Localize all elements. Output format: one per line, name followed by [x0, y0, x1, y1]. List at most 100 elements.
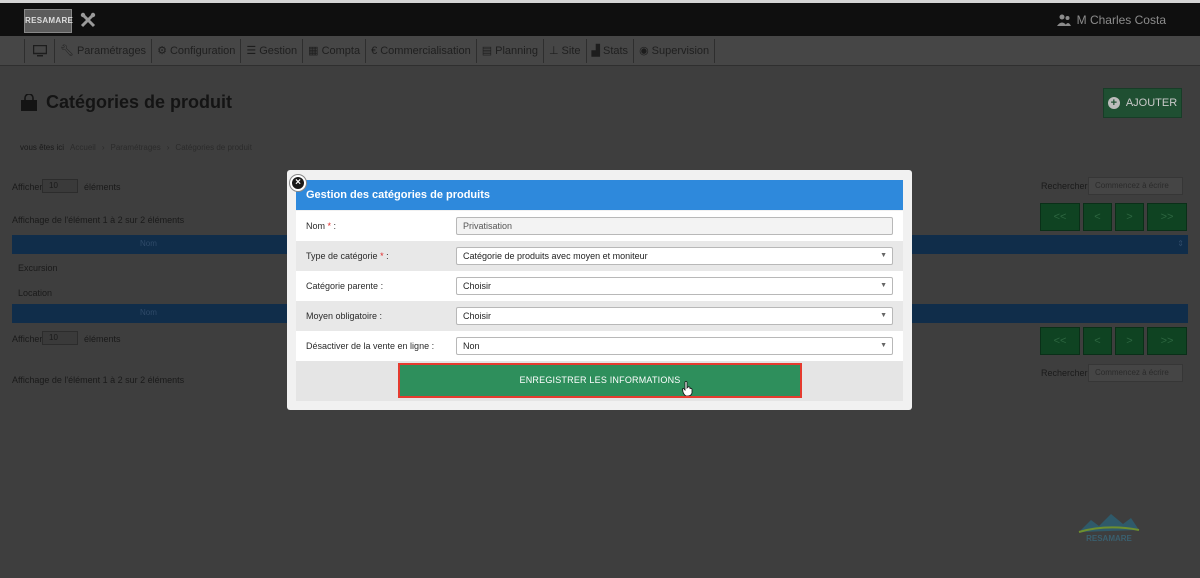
- column-footer-nom: Nom: [140, 308, 157, 317]
- nav-supervision[interactable]: ◉ Supervision: [633, 39, 716, 63]
- nav-compta[interactable]: ▦ Compta: [302, 39, 365, 63]
- table-row[interactable]: Location: [18, 288, 52, 298]
- chevron-down-icon: ▼: [880, 252, 887, 259]
- nav-label: Commercialisation: [380, 45, 471, 57]
- sort-icon: ⇕: [1177, 239, 1184, 248]
- prev-page-button[interactable]: <: [1083, 203, 1112, 231]
- nav-planning[interactable]: ▤ Planning: [475, 39, 543, 63]
- show-entries-label-bottom: Afficher: [12, 334, 43, 344]
- nav-dashboard[interactable]: [24, 39, 54, 63]
- users-icon: [1056, 14, 1071, 26]
- top-bar: RESAMARE M Charles Costa: [0, 0, 1200, 36]
- prev-page-button[interactable]: <: [1083, 327, 1112, 355]
- required-means-select[interactable]: Choisir ▼: [456, 307, 893, 325]
- close-icon[interactable]: ×: [290, 175, 306, 191]
- select-value: Non: [463, 341, 480, 351]
- parent-category-select[interactable]: Choisir ▼: [456, 277, 893, 295]
- chevron-down-icon: ▼: [880, 282, 887, 289]
- chevron-down-icon: ▼: [880, 312, 887, 319]
- search-label-bottom: Rechercher: [1041, 368, 1088, 378]
- hand-cursor-icon: [682, 381, 693, 396]
- select-value: Catégorie de produits avec moyen et moni…: [463, 251, 648, 261]
- main-nav: 🔧︎ Paramétrages ⚙ Configuration ☰ Gestion ▦…: [24, 39, 716, 63]
- field-label: Désactiver de la vente en ligne :: [306, 341, 435, 351]
- select-value: Choisir: [463, 281, 492, 291]
- breadcrumb-separator: ›: [101, 143, 105, 152]
- sitemap-icon: ⊥: [548, 45, 559, 57]
- form-row-nom: Nom * : Privatisation: [296, 211, 903, 241]
- add-button[interactable]: + AJOUTER: [1103, 88, 1182, 118]
- category-type-select[interactable]: Catégorie de produits avec moyen et moni…: [456, 247, 893, 265]
- search-input[interactable]: Commencez à écrire: [1088, 177, 1183, 195]
- last-page-button[interactable]: >>: [1147, 203, 1187, 231]
- show-entries-suffix: éléments: [84, 182, 121, 192]
- search-input-bottom[interactable]: Commencez à écrire: [1088, 364, 1183, 382]
- show-entries-suffix-bottom: éléments: [84, 334, 121, 344]
- modal-title: Gestion des catégories de produits: [296, 180, 903, 210]
- wrench-icon: 🔧︎: [60, 45, 74, 57]
- table-info-top: Affichage de l'élément 1 à 2 sur 2 éléme…: [12, 215, 185, 225]
- nav-configuration[interactable]: ⚙ Configuration: [151, 39, 240, 63]
- user-name: M Charles Costa: [1076, 13, 1166, 27]
- monitor-icon: [32, 45, 47, 57]
- nav-label: Paramétrages: [76, 45, 147, 57]
- table-row[interactable]: Excursion: [18, 263, 58, 273]
- breadcrumb-home[interactable]: Accueil: [70, 143, 96, 152]
- add-button-label: AJOUTER: [1125, 97, 1178, 109]
- next-page-button[interactable]: >: [1115, 327, 1144, 355]
- crossed-tools-icon[interactable]: [80, 12, 98, 30]
- nav-stats[interactable]: ▟ Stats: [585, 39, 634, 63]
- next-page-button[interactable]: >: [1115, 203, 1144, 231]
- show-entries-select-bottom[interactable]: 10: [42, 331, 78, 345]
- chevron-down-icon: ▼: [880, 342, 887, 349]
- nav-label: Compta: [321, 45, 361, 57]
- list-icon: ☰: [246, 45, 257, 57]
- field-label: Nom * :: [306, 221, 337, 231]
- column-header-nom: Nom: [140, 239, 157, 248]
- show-entries-label: Afficher: [12, 182, 43, 192]
- shopping-bag-icon: [21, 93, 37, 111]
- plus-icon: +: [1107, 97, 1120, 109]
- form-row-type: Type de catégorie * : Catégorie de produ…: [296, 241, 903, 271]
- main-nav-bar: 🔧︎ Paramétrages ⚙ Configuration ☰ Gestion ▦…: [0, 36, 1200, 66]
- nav-parametrages[interactable]: 🔧︎ Paramétrages: [54, 39, 151, 63]
- nav-label: Site: [561, 45, 581, 57]
- page-title: Catégories de produit: [20, 92, 232, 113]
- name-input[interactable]: Privatisation: [456, 217, 893, 235]
- breadcrumb-current: Catégories de produit: [175, 143, 252, 152]
- save-button[interactable]: ENREGISTRER LES INFORMATIONS: [398, 363, 802, 398]
- form-row-online-sale: Désactiver de la vente en ligne : Non ▼: [296, 331, 903, 361]
- breadcrumb-separator: ›: [166, 143, 170, 152]
- eye-icon: ◉: [639, 45, 649, 57]
- field-label: Moyen obligatoire :: [306, 311, 383, 321]
- nav-label: Gestion: [259, 45, 298, 57]
- show-entries-select[interactable]: 10: [42, 179, 78, 193]
- table-info-bottom: Affichage de l'élément 1 à 2 sur 2 éléme…: [12, 375, 185, 385]
- nav-label: Supervision: [651, 45, 710, 57]
- nav-site[interactable]: ⊥ Site: [542, 39, 586, 63]
- search-label: Rechercher: [1041, 181, 1088, 191]
- pagination-top: << < > >>: [1040, 203, 1187, 231]
- first-page-button[interactable]: <<: [1040, 327, 1080, 355]
- field-label: Catégorie parente :: [306, 281, 384, 291]
- nav-commercialisation[interactable]: € Commercialisation: [365, 39, 476, 63]
- field-label: Type de catégorie * :: [306, 251, 389, 261]
- nav-label: Planning: [495, 45, 538, 57]
- calculator-icon: ▦: [308, 45, 319, 57]
- form-row-parent: Catégorie parente : Choisir ▼: [296, 271, 903, 301]
- euro-icon: €: [371, 45, 378, 57]
- nav-gestion[interactable]: ☰ Gestion: [240, 39, 302, 63]
- nav-label: Configuration: [169, 45, 236, 57]
- disable-online-sale-select[interactable]: Non ▼: [456, 337, 893, 355]
- nav-label: Stats: [602, 45, 629, 57]
- last-page-button[interactable]: >>: [1147, 327, 1187, 355]
- page-title-text: Catégories de produit: [46, 92, 233, 112]
- brand-logo-text: RESAMARE: [1086, 534, 1132, 543]
- app-logo[interactable]: RESAMARE: [24, 9, 73, 33]
- select-value: Choisir: [463, 311, 492, 321]
- breadcrumb-parametrages[interactable]: Paramétrages: [111, 143, 161, 152]
- breadcrumb: vous êtes ici Accueil › Paramétrages › C…: [20, 143, 252, 152]
- first-page-button[interactable]: <<: [1040, 203, 1080, 231]
- chart-icon: ▟: [591, 45, 600, 57]
- user-menu[interactable]: M Charles Costa: [1056, 13, 1166, 27]
